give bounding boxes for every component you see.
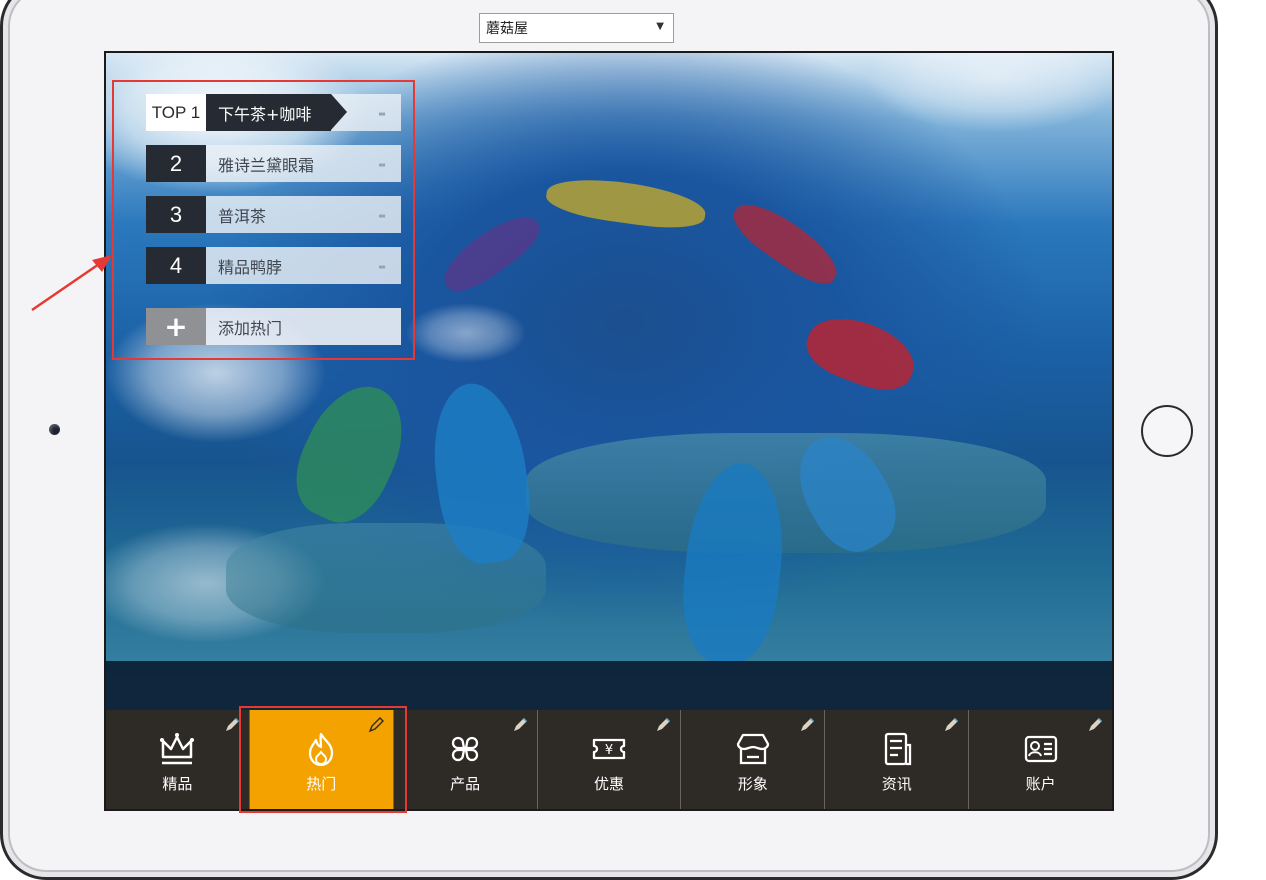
annotation-highlight-box — [239, 706, 407, 813]
caret-down-icon: ▼ — [656, 21, 664, 32]
pencil-icon[interactable] — [1086, 716, 1104, 734]
pencil-icon[interactable] — [654, 716, 672, 734]
store-select[interactable]: 蘑菇屋 ▼ — [479, 13, 674, 43]
pencil-icon[interactable] — [942, 716, 960, 734]
nav-item-zixun[interactable]: 资讯 — [825, 710, 970, 809]
nav-label: 账户 — [1025, 775, 1056, 793]
home-button[interactable] — [1141, 405, 1193, 457]
nav-item-zhanghu[interactable]: 账户 — [969, 710, 1112, 809]
storefront-icon — [736, 733, 770, 765]
nav-item-youhui[interactable]: ¥ 优惠 — [538, 710, 682, 809]
annotation-arrow-icon — [31, 255, 112, 312]
annotation-highlight-box — [112, 80, 415, 360]
coupon-icon: ¥ — [592, 738, 626, 760]
nav-item-chanpin[interactable]: 产品 — [394, 710, 538, 809]
nav-label: 形象 — [737, 775, 768, 793]
nav-item-jingpin[interactable]: 精品 — [106, 710, 250, 809]
crown-icon — [160, 733, 195, 765]
camera-icon — [49, 424, 60, 435]
news-icon — [884, 732, 911, 766]
pencil-icon[interactable] — [798, 716, 816, 734]
nav-label: 优惠 — [594, 775, 625, 793]
grid-icon — [452, 736, 479, 762]
svg-text:¥: ¥ — [605, 743, 613, 758]
store-select-value: 蘑菇屋 — [486, 21, 528, 37]
pencil-icon[interactable] — [511, 716, 529, 734]
id-card-icon — [1024, 735, 1057, 763]
nav-label: 产品 — [450, 775, 481, 793]
nav-label: 精品 — [162, 775, 193, 793]
hero-overlay-band — [106, 661, 1112, 711]
nav-item-xingxiang[interactable]: 形象 — [681, 710, 826, 809]
nav-label: 资讯 — [881, 775, 912, 793]
